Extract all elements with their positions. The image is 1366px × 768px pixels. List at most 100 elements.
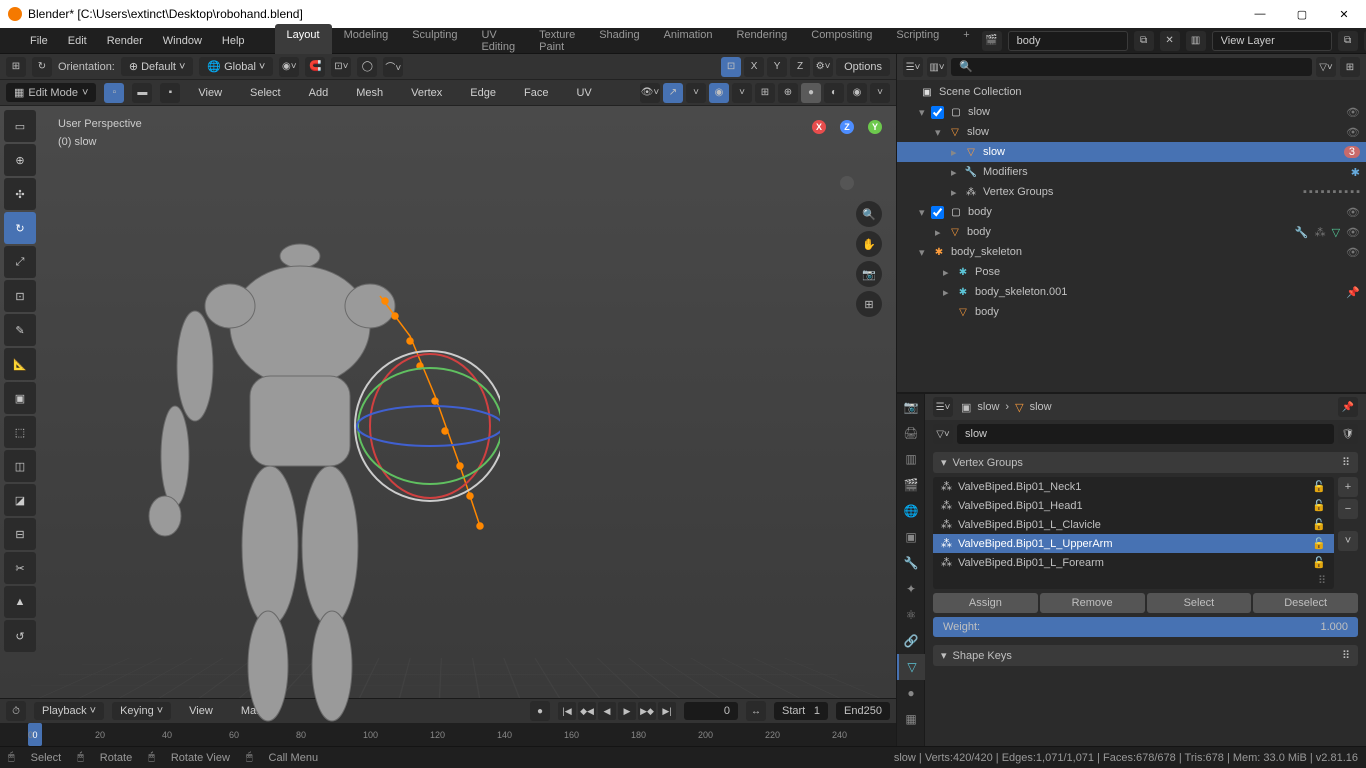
keyframe-prev-icon[interactable]: ◆◀ [578,702,596,720]
workspace-scripting[interactable]: Scripting [884,24,951,58]
prop-tab-modifier[interactable]: 🔧 [897,550,925,576]
viewlayer-browse-icon[interactable]: ▥ [1186,31,1206,51]
menu-file[interactable]: File [20,31,58,51]
vertex-group-list[interactable]: ⁂ValveBiped.Bip01_Neck1🔓 ⁂ValveBiped.Bip… [933,477,1334,589]
gizmo-toggle-icon[interactable]: ↗ [663,83,683,103]
workspace-uv[interactable]: UV Editing [469,24,527,58]
navigation-gizmo[interactable]: Z X Y [812,120,882,190]
menu-add[interactable]: Add [299,83,339,103]
tool-transform[interactable]: ⊡ [4,280,36,312]
maximize-button[interactable]: ▢ [1288,8,1316,21]
menu-render[interactable]: Render [97,31,153,51]
assign-button[interactable]: Assign [933,593,1038,613]
tool-scale[interactable]: ⤢ [4,246,36,278]
prop-tab-physics[interactable]: ⚛ [897,602,925,628]
jump-end-icon[interactable]: ▶| [658,702,676,720]
vertex-groups-panel-header[interactable]: ▾Vertex Groups⠿ [933,452,1358,473]
deselect-button[interactable]: Deselect [1253,593,1358,613]
prop-tab-viewlayer[interactable]: ▥ [897,446,925,472]
workspace-layout[interactable]: Layout [275,24,332,58]
collection-checkbox[interactable] [931,206,944,219]
prop-tab-scene[interactable]: 🎬 [897,472,925,498]
tree-row[interactable]: ▾▢body👁 [897,202,1366,222]
tree-row[interactable]: ▸🔧Modifiers✱ [897,162,1366,182]
tree-row[interactable]: ▸▽body🔧⁂▽👁 [897,222,1366,242]
face-select-mode-icon[interactable]: ▪ [160,83,180,103]
viewlayer-name-input[interactable] [1212,31,1332,51]
tool-bevel[interactable]: ◪ [4,484,36,516]
tool-extrude[interactable]: ⬚ [4,416,36,448]
shading-options-icon[interactable]: ˅ [870,83,890,103]
menu-mesh[interactable]: Mesh [346,83,393,103]
select-button[interactable]: Select [1147,593,1252,613]
tree-row[interactable]: ▾▢slow👁 [897,102,1366,122]
eye-icon[interactable]: 👁 [1346,106,1360,119]
shading-solid-icon[interactable]: ● [801,83,821,103]
axis-y-button[interactable]: Y [767,57,787,77]
eye-icon[interactable]: 👁 [1346,126,1360,139]
prop-tab-data[interactable]: ▽ [897,654,925,680]
outliner-search-input[interactable] [951,58,1312,76]
outliner-filter-icon[interactable]: ▽˅ [1316,57,1336,77]
pan-icon[interactable]: ✋ [856,231,882,257]
mirror-options-icon[interactable]: ⚙˅ [813,57,833,77]
close-button[interactable]: ✕ [1330,8,1358,21]
prop-tab-world[interactable]: 🌐 [897,498,925,524]
viewlayer-new-icon[interactable]: ⧉ [1338,31,1358,51]
eye-icon[interactable]: 👁 [1346,206,1360,219]
prop-tab-texture[interactable]: ▦ [897,706,925,732]
tool-knife[interactable]: ✂ [4,552,36,584]
overlays-toggle-icon[interactable]: ◉ [709,83,729,103]
xray-icon[interactable]: ⊞ [755,83,775,103]
tree-scene-collection[interactable]: ▣Scene Collection [897,82,1366,102]
collection-checkbox[interactable] [931,106,944,119]
tool-loopcut[interactable]: ⊟ [4,518,36,550]
weight-slider[interactable]: Weight: 1.000 [933,617,1358,637]
autokey-icon[interactable]: ● [530,701,550,721]
jump-start-icon[interactable]: |◀ [558,702,576,720]
scene-new-icon[interactable]: ⧉ [1134,31,1154,51]
menu-view[interactable]: View [188,83,232,103]
remove-button[interactable]: Remove [1040,593,1145,613]
shape-keys-panel-header[interactable]: ▾Shape Keys⠿ [933,645,1358,666]
prop-tab-output[interactable]: 🖨 [897,420,925,446]
menu-uv[interactable]: UV [566,83,601,103]
tool-add-cube[interactable]: ▣ [4,382,36,414]
magnet-icon[interactable]: 🧲 [305,57,325,77]
transform-orientation-select[interactable]: 🌐Global˅ [199,57,273,76]
tool-cursor[interactable]: ⊕ [4,144,36,176]
playback-menu[interactable]: Playback ˅ [34,702,104,720]
menu-vertex[interactable]: Vertex [401,83,452,103]
prop-tab-constraints[interactable]: 🔗 [897,628,925,654]
current-frame-input[interactable]: 0 [684,702,738,720]
tree-row[interactable]: ▾▽slow👁 [897,122,1366,142]
play-reverse-icon[interactable]: ◀ [598,702,616,720]
workspace-shading[interactable]: Shading [587,24,651,58]
zoom-icon[interactable]: 🔍 [856,201,882,227]
axis-z-button[interactable]: Z [790,57,810,77]
outliner-tree[interactable]: ▣Scene Collection ▾▢slow👁 ▾▽slow👁 ▸▽slow… [897,80,1366,392]
vgroup-remove-button[interactable]: − [1338,499,1358,519]
tree-row[interactable]: ▸✱body_skeleton.001📌 [897,282,1366,302]
vertex-group-item[interactable]: ⁂ValveBiped.Bip01_L_Forearm🔓 [933,553,1334,572]
visibility-icon[interactable]: 👁˅ [640,83,660,103]
prop-tab-particles[interactable]: ✦ [897,576,925,602]
menu-edit[interactable]: Edit [58,31,97,51]
proportional-falloff-icon[interactable]: ⌒˅ [383,57,403,77]
tree-row[interactable]: ▽body [897,302,1366,322]
breadcrumb-object[interactable]: slow [977,401,999,413]
orientation-select[interactable]: ⊕Default˅ [121,57,194,76]
mesh-browse-icon[interactable]: ▽˅ [933,424,953,444]
camera-view-icon[interactable]: 📷 [856,261,882,287]
shading-rendered-icon[interactable]: ◉ [847,83,867,103]
shading-wireframe-icon[interactable]: ⊕ [778,83,798,103]
tool-measure[interactable]: 📐 [4,348,36,380]
workspace-compositing[interactable]: Compositing [799,24,884,58]
menu-edge[interactable]: Edge [460,83,506,103]
minimize-button[interactable]: — [1246,8,1274,21]
workspace-sculpting[interactable]: Sculpting [400,24,469,58]
pin-icon[interactable]: 📌 [1338,397,1358,417]
menu-face[interactable]: Face [514,83,558,103]
workspace-modeling[interactable]: Modeling [332,24,401,58]
timeline-ruler[interactable]: 0 0 20 40 60 80 100 120 140 160 180 200 … [0,723,896,746]
